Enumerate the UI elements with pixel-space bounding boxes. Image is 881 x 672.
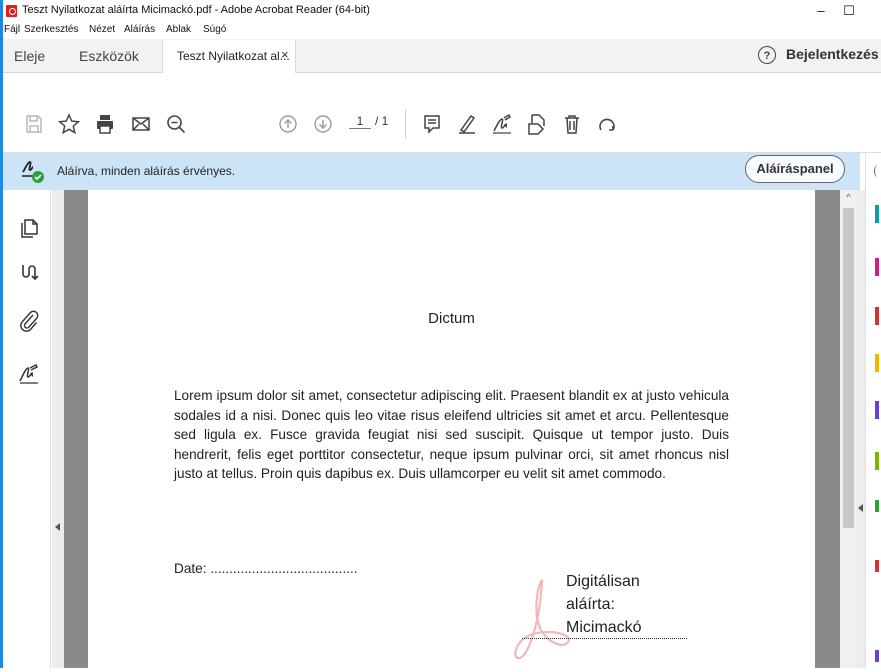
- document-body-text: Lorem ipsum dolor sit amet, consectetur …: [174, 388, 729, 481]
- attachment-icon[interactable]: [17, 309, 41, 333]
- bookmark-fork-icon[interactable]: [17, 260, 41, 284]
- tool-edit-icon[interactable]: [875, 307, 879, 325]
- right-pane-collapse-bar[interactable]: [857, 190, 865, 668]
- menu-edit[interactable]: Szerkesztés: [24, 24, 78, 35]
- document-date-field: Date: ..................................…: [174, 561, 358, 576]
- tool-create-icon[interactable]: [875, 258, 879, 276]
- maximize-button[interactable]: ☐: [829, 1, 869, 21]
- toolbar-separator: [405, 110, 406, 138]
- acrobat-app-icon: [6, 5, 17, 17]
- menu-file[interactable]: Fájl: [4, 24, 20, 35]
- tool-combine-icon[interactable]: [875, 401, 879, 419]
- page-number-input[interactable]: 1: [349, 114, 371, 129]
- collapse-left-arrow-icon[interactable]: [55, 523, 60, 531]
- email-icon[interactable]: [129, 112, 153, 136]
- tab-document[interactable]: Teszt Nyilatkozat al... ×: [162, 40, 296, 73]
- highlight-pen-icon[interactable]: [455, 112, 479, 136]
- signature-status-text: Aláírva, minden aláírás érvényes.: [57, 164, 236, 178]
- pdf-page: Dictum Lorem ipsum dolor sit amet, conse…: [88, 190, 815, 668]
- stamp-line-2: aláírta:: [566, 596, 615, 613]
- tab-home[interactable]: Eleje: [14, 48, 45, 64]
- signature-valid-icon: [21, 158, 47, 184]
- scroll-up-arrow-icon[interactable]: ^: [840, 192, 857, 206]
- acrobat-signature-stamp-icon: [512, 572, 572, 667]
- stamp-line-3: Micimackó: [566, 619, 642, 636]
- scrollbar-thumb[interactable]: [843, 208, 854, 528]
- page-up-icon[interactable]: [276, 112, 300, 136]
- tab-close-icon[interactable]: ×: [281, 47, 289, 62]
- rotate-icon[interactable]: [595, 112, 619, 136]
- menu-view[interactable]: Nézet: [89, 24, 115, 35]
- comment-icon[interactable]: [420, 112, 444, 136]
- delete-icon[interactable]: [560, 112, 584, 136]
- menu-sign[interactable]: Aláírás: [124, 24, 155, 35]
- page-total: / 1: [375, 114, 389, 128]
- tool-export-icon[interactable]: [875, 205, 879, 223]
- star-icon[interactable]: [57, 112, 81, 136]
- left-pane-collapse-bar[interactable]: [52, 190, 64, 668]
- menu-help[interactable]: Súgó: [203, 24, 226, 35]
- menu-window[interactable]: Ablak: [166, 24, 191, 35]
- pages-icon[interactable]: [17, 216, 41, 240]
- tab-document-label: Teszt Nyilatkozat al...: [177, 49, 290, 63]
- stamp-line-1: Digitálisan: [566, 573, 640, 590]
- tool-organize-icon[interactable]: [875, 452, 879, 470]
- tool-comment-icon[interactable]: [875, 354, 879, 372]
- tool-more-icon[interactable]: [875, 650, 879, 662]
- signature-line: [522, 638, 687, 639]
- stamp-icon[interactable]: [525, 112, 549, 136]
- window-title: Teszt Nyilatkozat aláírta Micimackó.pdf …: [22, 4, 370, 16]
- tool-protect-icon[interactable]: [875, 560, 879, 572]
- signature-icon[interactable]: [17, 362, 41, 386]
- signature-panel-button[interactable]: Aláíráspanel: [745, 155, 845, 183]
- sign-icon[interactable]: [490, 112, 514, 136]
- tab-tools[interactable]: Eszközök: [79, 48, 139, 64]
- page-down-icon[interactable]: [311, 112, 335, 136]
- digital-signature-stamp-text: Digitálisan aláírta: Micimackó: [566, 570, 642, 639]
- right-pane-search-icon[interactable]: [874, 165, 881, 177]
- help-icon[interactable]: ?: [758, 46, 776, 64]
- sign-in-link[interactable]: Bejelentkezés: [786, 46, 879, 62]
- zoom-search-icon[interactable]: [164, 112, 188, 136]
- tool-compress-icon[interactable]: [875, 500, 879, 512]
- save-icon[interactable]: [22, 112, 46, 136]
- expand-right-arrow-icon[interactable]: [858, 504, 863, 512]
- print-icon[interactable]: [93, 112, 117, 136]
- document-title: Dictum: [428, 310, 475, 327]
